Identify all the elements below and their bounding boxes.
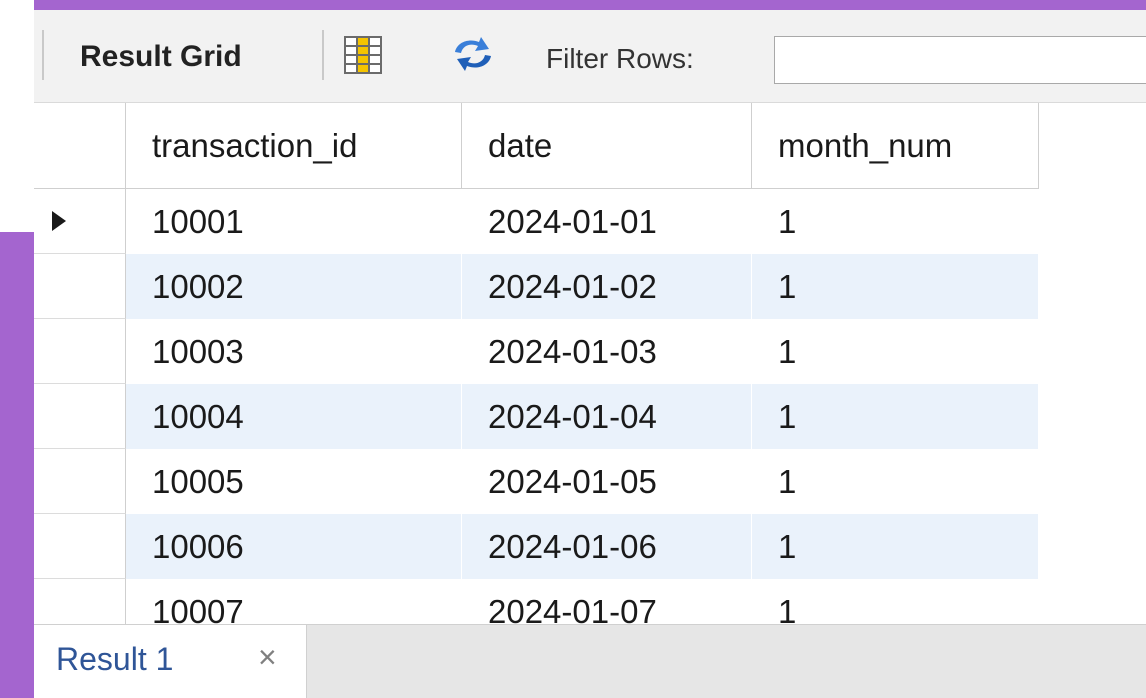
- cell-date[interactable]: 2024-01-03: [462, 319, 752, 384]
- cell-transaction-id[interactable]: 10001: [126, 189, 462, 254]
- result-toolbar: Result Grid Filter Rows:: [34, 10, 1146, 103]
- close-icon[interactable]: ×: [258, 639, 277, 676]
- cell-transaction-id[interactable]: 10005: [126, 449, 462, 514]
- frame-left-border: [0, 232, 34, 698]
- row-indicator[interactable]: [34, 254, 126, 319]
- cell-month-num[interactable]: 1: [752, 384, 1039, 449]
- frame-left-blank: [0, 0, 34, 232]
- row-indicator[interactable]: [34, 449, 126, 514]
- current-row-arrow-icon: [52, 211, 66, 231]
- cell-transaction-id[interactable]: 10004: [126, 384, 462, 449]
- row-indicator[interactable]: [34, 384, 126, 449]
- refresh-icon[interactable]: [449, 34, 497, 74]
- column-header-month-num[interactable]: month_num: [752, 103, 1039, 189]
- column-header-transaction-id[interactable]: transaction_id: [126, 103, 462, 189]
- cell-month-num[interactable]: 1: [752, 189, 1039, 254]
- cell-date[interactable]: 2024-01-01: [462, 189, 752, 254]
- cell-date[interactable]: 2024-01-04: [462, 384, 752, 449]
- cell-transaction-id[interactable]: 10006: [126, 514, 462, 579]
- table-row[interactable]: 10006 2024-01-06 1: [34, 514, 1039, 579]
- table-row[interactable]: 10005 2024-01-05 1: [34, 449, 1039, 514]
- toolbar-separator: [322, 30, 324, 80]
- result-grid-button[interactable]: Result Grid: [80, 40, 242, 74]
- row-indicator[interactable]: [34, 189, 126, 254]
- table-row[interactable]: 10004 2024-01-04 1: [34, 384, 1039, 449]
- cell-month-num[interactable]: 1: [752, 254, 1039, 319]
- grid-header: transaction_id date month_num: [34, 103, 1039, 189]
- filter-rows-label: Filter Rows:: [546, 43, 694, 74]
- result-tab-bar: Result 1 ×: [34, 624, 1146, 698]
- row-indicator[interactable]: [34, 319, 126, 384]
- cell-transaction-id[interactable]: 10002: [126, 254, 462, 319]
- frame-top-border: [0, 0, 1146, 10]
- result-panel: Result Grid Filter Rows: transaction_id …: [34, 10, 1146, 698]
- table-row[interactable]: 10001 2024-01-01 1: [34, 189, 1039, 254]
- cell-month-num[interactable]: 1: [752, 319, 1039, 384]
- table-row[interactable]: 10002 2024-01-02 1: [34, 254, 1039, 319]
- tab-label: Result 1: [56, 641, 174, 677]
- filter-rows-input[interactable]: [774, 36, 1146, 84]
- header-corner: [34, 103, 126, 189]
- cell-transaction-id[interactable]: 10003: [126, 319, 462, 384]
- cell-month-num[interactable]: 1: [752, 449, 1039, 514]
- toolbar-separator: [42, 30, 44, 80]
- row-indicator[interactable]: [34, 514, 126, 579]
- cell-month-num[interactable]: 1: [752, 514, 1039, 579]
- tab-result-1[interactable]: Result 1 ×: [34, 625, 307, 698]
- cell-date[interactable]: 2024-01-02: [462, 254, 752, 319]
- form-grid-icon[interactable]: [344, 36, 382, 74]
- table-row[interactable]: 10003 2024-01-03 1: [34, 319, 1039, 384]
- cell-date[interactable]: 2024-01-05: [462, 449, 752, 514]
- cell-date[interactable]: 2024-01-06: [462, 514, 752, 579]
- column-header-date[interactable]: date: [462, 103, 752, 189]
